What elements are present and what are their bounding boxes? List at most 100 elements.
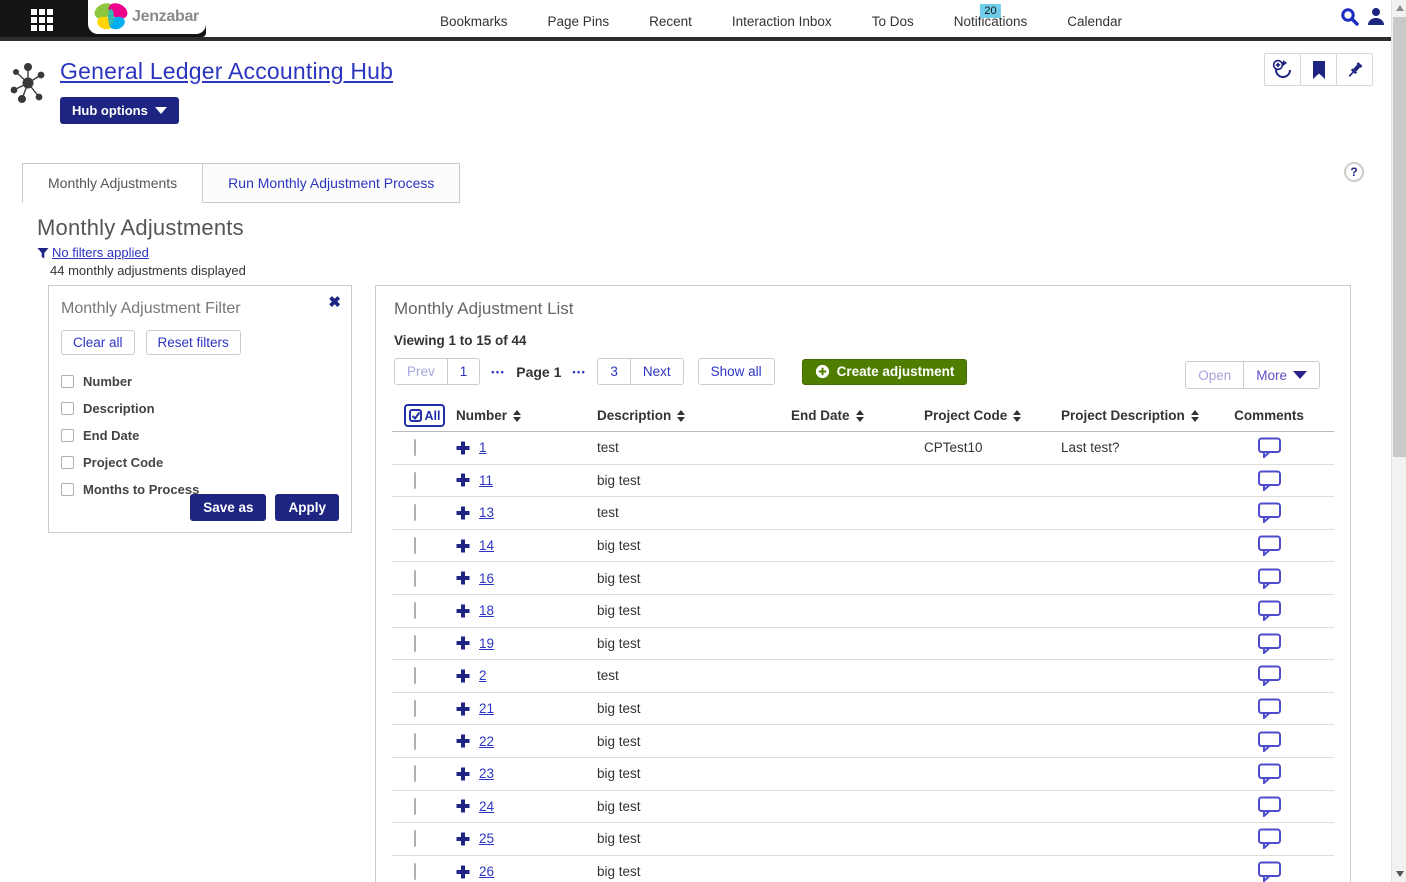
row-checkbox[interactable] [414, 504, 416, 521]
row-checkbox[interactable] [414, 863, 416, 880]
comment-bubble-icon[interactable] [1257, 568, 1282, 589]
apply-button[interactable]: Apply [275, 494, 339, 521]
adjustment-number-link[interactable]: 18 [479, 603, 494, 618]
hub-options-button[interactable]: Hub options [60, 97, 179, 124]
scroll-down-arrow[interactable] [1392, 866, 1406, 882]
column-header-end-date[interactable]: End Date [791, 408, 924, 423]
adjustment-number-link[interactable]: 26 [479, 864, 494, 879]
checkbox-end-date[interactable] [61, 429, 74, 442]
no-filters-applied-link[interactable]: No filters applied [52, 245, 149, 260]
expand-plus-icon[interactable] [456, 865, 470, 879]
column-header-number[interactable]: Number [456, 408, 597, 423]
expand-plus-icon[interactable] [456, 669, 470, 683]
user-profile-icon[interactable] [1366, 6, 1386, 31]
row-checkbox[interactable] [414, 537, 416, 554]
jenzabar-logo[interactable]: Jenzabar [88, 0, 206, 34]
expand-plus-icon[interactable] [456, 506, 470, 520]
page-1-button[interactable]: 1 [447, 358, 481, 385]
adjustment-number-link[interactable]: 23 [479, 766, 494, 781]
create-adjustment-button[interactable]: Create adjustment [802, 359, 968, 385]
comment-bubble-icon[interactable] [1257, 861, 1282, 882]
nav-item-notifications[interactable]: Notifications20 [954, 8, 1028, 29]
row-checkbox[interactable] [414, 635, 416, 652]
scroll-up-arrow[interactable] [1392, 0, 1406, 16]
comment-bubble-icon[interactable] [1257, 502, 1282, 523]
adjustment-number-link[interactable]: 21 [479, 701, 494, 716]
save-as-button[interactable]: Save as [190, 494, 266, 521]
row-checkbox[interactable] [414, 830, 416, 847]
close-icon[interactable]: ✖ [328, 293, 341, 311]
comment-bubble-icon[interactable] [1257, 763, 1282, 784]
tab-run-monthly-adjustment-process[interactable]: Run Monthly Adjustment Process [202, 163, 460, 203]
tab-monthly-adjustments[interactable]: Monthly Adjustments [22, 163, 203, 203]
comment-bubble-icon[interactable] [1257, 698, 1282, 719]
prev-page-button[interactable]: Prev [394, 358, 448, 385]
comment-bubble-icon[interactable] [1257, 633, 1282, 654]
column-header-project-code[interactable]: Project Code [924, 408, 1061, 423]
row-checkbox[interactable] [414, 439, 416, 456]
comment-bubble-icon[interactable] [1257, 828, 1282, 849]
nav-item-bookmarks[interactable]: Bookmarks [440, 8, 508, 29]
expand-plus-icon[interactable] [456, 604, 470, 618]
adjustment-number-link[interactable]: 25 [479, 831, 494, 846]
open-button[interactable]: Open [1185, 361, 1244, 389]
column-header-project-description[interactable]: Project Description [1061, 408, 1230, 423]
checkbox-number[interactable] [61, 375, 74, 388]
adjustment-number-link[interactable]: 11 [479, 473, 493, 488]
adjustment-number-link[interactable]: 19 [479, 636, 494, 651]
expand-plus-icon[interactable] [456, 734, 470, 748]
apps-menu-button[interactable] [25, 7, 59, 32]
row-checkbox[interactable] [414, 472, 416, 489]
nav-item-recent[interactable]: Recent [649, 8, 692, 29]
comment-bubble-icon[interactable] [1257, 796, 1282, 817]
nav-item-interaction-inbox[interactable]: Interaction Inbox [732, 8, 832, 29]
vertical-scrollbar[interactable] [1391, 0, 1406, 882]
page-3-button[interactable]: 3 [597, 358, 631, 385]
row-checkbox[interactable] [414, 733, 416, 750]
clear-all-button[interactable]: Clear all [61, 330, 135, 355]
bookmark-page-button[interactable] [1300, 53, 1337, 86]
comment-bubble-icon[interactable] [1257, 731, 1282, 752]
checkbox-project-code[interactable] [61, 456, 74, 469]
adjustment-number-link[interactable]: 2 [479, 668, 487, 683]
adjustment-number-link[interactable]: 1 [479, 440, 487, 455]
expand-plus-icon[interactable] [456, 441, 470, 455]
expand-plus-icon[interactable] [456, 571, 470, 585]
adjustment-number-link[interactable]: 14 [479, 538, 494, 553]
adjustment-number-link[interactable]: 22 [479, 734, 494, 749]
expand-plus-icon[interactable] [456, 702, 470, 716]
show-all-button[interactable]: Show all [698, 358, 775, 385]
next-page-button[interactable]: Next [630, 358, 684, 385]
comment-bubble-icon[interactable] [1257, 535, 1282, 556]
expand-plus-icon[interactable] [456, 799, 470, 813]
nav-item-to-dos[interactable]: To Dos [872, 8, 914, 29]
expand-plus-icon[interactable] [456, 636, 470, 650]
row-checkbox[interactable] [414, 602, 416, 619]
scrollbar-thumb[interactable] [1393, 17, 1406, 457]
checkbox-months-to-process[interactable] [61, 483, 74, 496]
refresh-hub-button[interactable] [1264, 53, 1301, 86]
expand-plus-icon[interactable] [456, 767, 470, 781]
reset-filters-button[interactable]: Reset filters [146, 330, 241, 355]
nav-item-page-pins[interactable]: Page Pins [548, 8, 610, 29]
row-checkbox[interactable] [414, 570, 416, 587]
expand-plus-icon[interactable] [456, 539, 470, 553]
pin-page-button[interactable] [1336, 53, 1373, 86]
nav-item-calendar[interactable]: Calendar [1067, 8, 1122, 29]
select-all-button[interactable]: All [404, 404, 445, 427]
comment-bubble-icon[interactable] [1257, 665, 1282, 686]
page-title-link[interactable]: General Ledger Accounting Hub [60, 58, 393, 85]
adjustment-number-link[interactable]: 16 [479, 571, 494, 586]
column-header-description[interactable]: Description [597, 408, 791, 423]
help-button[interactable]: ? [1344, 162, 1364, 182]
row-checkbox[interactable] [414, 667, 416, 684]
adjustment-number-link[interactable]: 24 [479, 799, 494, 814]
row-checkbox[interactable] [414, 700, 416, 717]
expand-plus-icon[interactable] [456, 473, 470, 487]
row-checkbox[interactable] [414, 798, 416, 815]
search-icon[interactable] [1340, 7, 1359, 31]
expand-plus-icon[interactable] [456, 832, 470, 846]
more-button[interactable]: More [1243, 361, 1320, 389]
comment-bubble-icon[interactable] [1257, 470, 1282, 491]
comment-bubble-icon[interactable] [1257, 437, 1282, 458]
